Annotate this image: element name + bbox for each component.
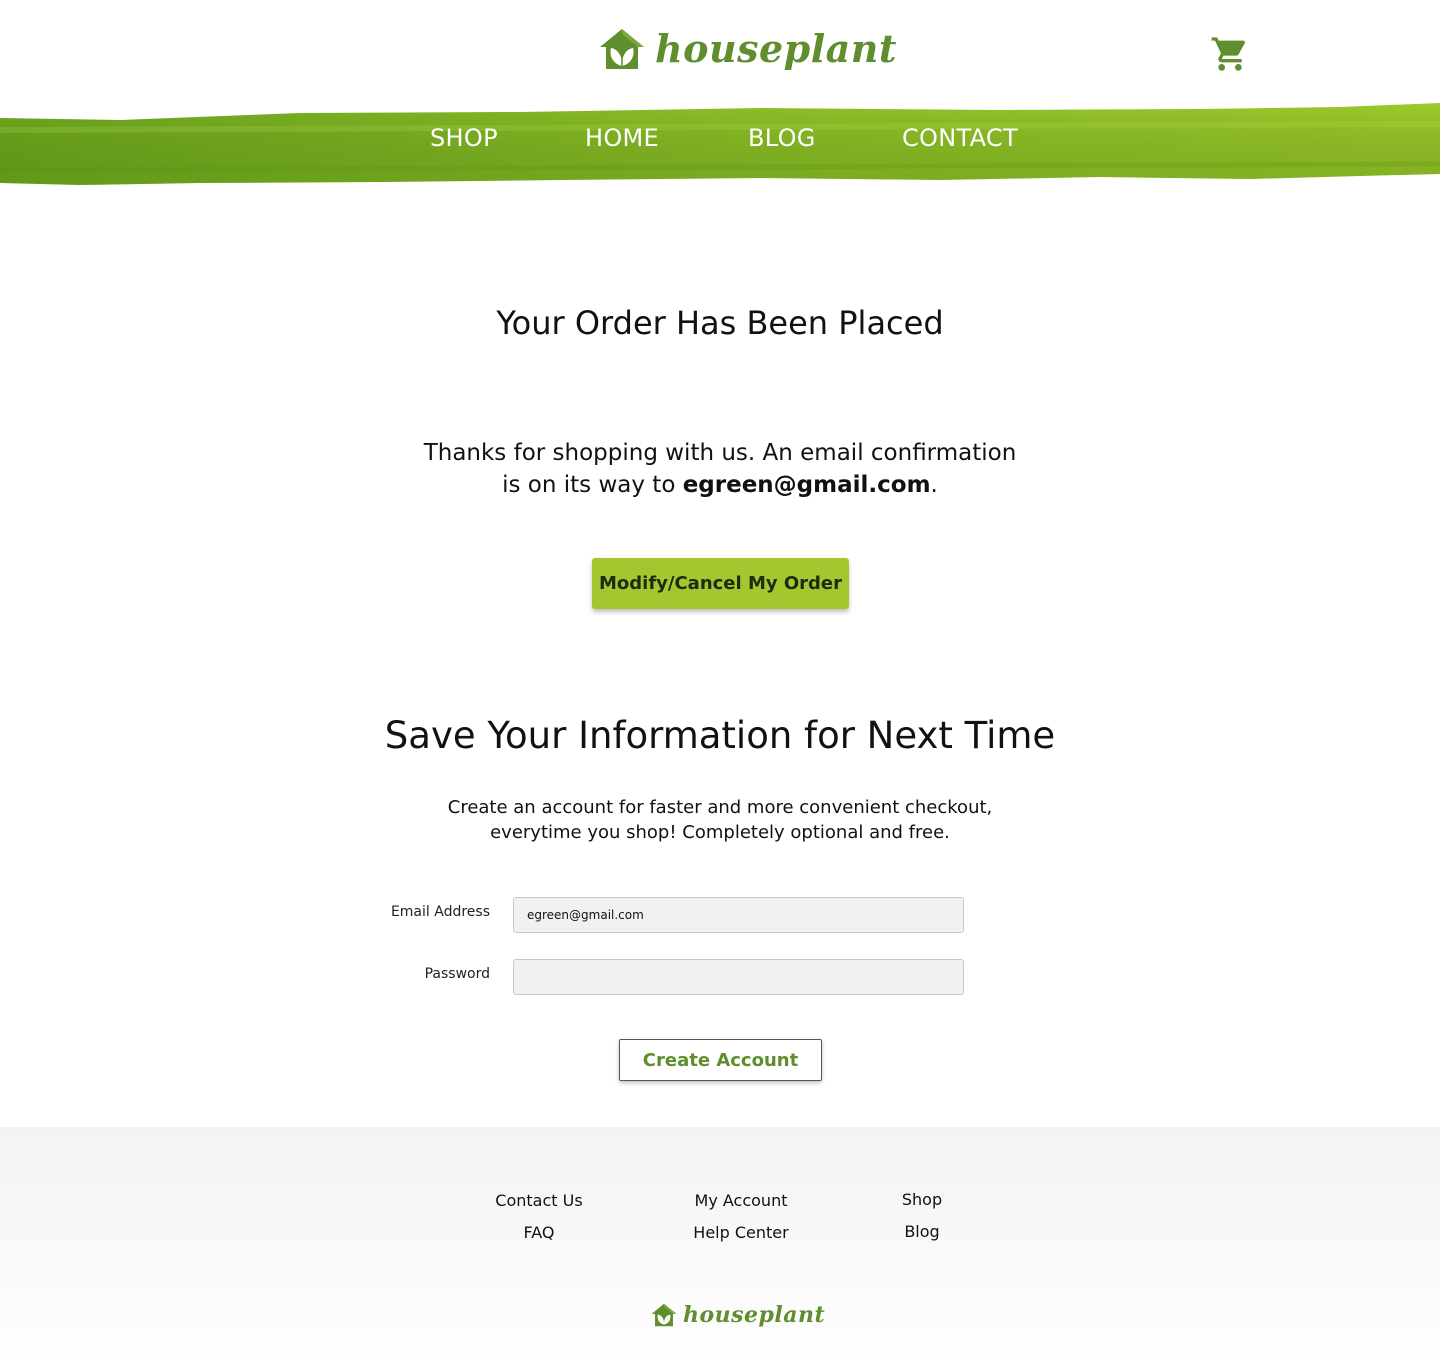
nav-home[interactable]: HOME	[585, 124, 659, 152]
nav-shop[interactable]: SHOP	[430, 124, 498, 152]
modify-cancel-order-button[interactable]: Modify/Cancel My Order	[592, 558, 849, 609]
cart-icon[interactable]	[1209, 34, 1251, 74]
order-placed-title: Your Order Has Been Placed	[496, 304, 944, 342]
house-leaf-icon	[600, 29, 644, 69]
footer-link-shop[interactable]: Shop	[842, 1190, 1002, 1209]
confirmation-email: egreen@gmail.com	[682, 472, 931, 498]
password-label: Password	[424, 966, 490, 982]
brand-name: houseplant	[655, 26, 897, 71]
footer-link-help-center[interactable]: Help Center	[661, 1223, 821, 1242]
save-info-description: Create an account for faster and more co…	[0, 795, 1440, 845]
house-leaf-icon	[651, 1303, 677, 1327]
save-info-title: Save Your Information for Next Time	[384, 714, 1056, 757]
footer-logo[interactable]: houseplant	[650, 1302, 825, 1328]
email-label: Email Address	[390, 904, 490, 920]
nav-contact[interactable]: CONTACT	[902, 124, 1018, 152]
site-header: houseplant	[0, 0, 1440, 105]
site-footer	[0, 1127, 1440, 1367]
confirmation-line-1: Thanks for shopping with us. An email co…	[423, 440, 1017, 466]
confirmation-prefix: is on its way to	[502, 472, 683, 498]
footer-link-blog[interactable]: Blog	[842, 1222, 1002, 1241]
email-field[interactable]	[513, 897, 964, 933]
footer-link-contact-us[interactable]: Contact Us	[459, 1191, 619, 1210]
save-info-line-1: Create an account for faster and more co…	[447, 797, 993, 818]
footer-link-my-account[interactable]: My Account	[661, 1191, 821, 1210]
confirmation-message: Thanks for shopping with us. An email co…	[0, 437, 1440, 501]
footer-link-faq[interactable]: FAQ	[459, 1223, 619, 1242]
confirmation-line-2: is on its way to egreen@gmail.com.	[0, 469, 1440, 501]
footer-brand-name: houseplant	[683, 1302, 826, 1328]
confirmation-suffix: .	[930, 472, 938, 498]
nav-blog[interactable]: BLOG	[748, 124, 816, 152]
main-nav: SHOP HOME BLOG CONTACT	[0, 124, 1440, 158]
save-info-line-2: everytime you shop! Completely optional …	[490, 822, 950, 843]
brand-logo[interactable]: houseplant	[597, 26, 897, 72]
create-account-button[interactable]: Create Account	[619, 1039, 822, 1081]
password-field[interactable]	[513, 959, 964, 995]
